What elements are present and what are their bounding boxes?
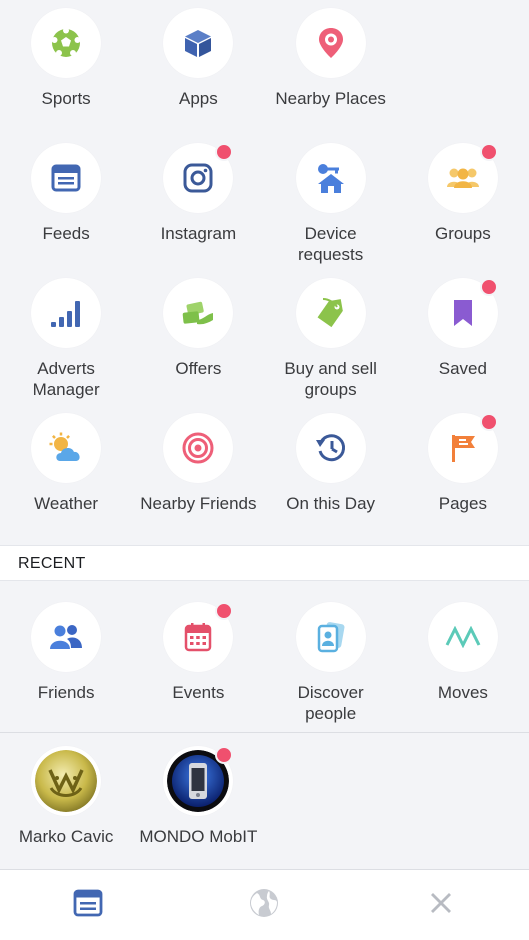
recent-grid: Friends Events Discover people Moves [0, 602, 529, 724]
recent-header-label: RECENT [18, 555, 86, 572]
shortcut-label: On this Day [286, 494, 376, 513]
globe-tab[interactable] [176, 870, 352, 940]
shortcut-label: Buy and sell groups [284, 359, 377, 399]
instagram-icon [163, 143, 234, 213]
notification-badge [215, 602, 234, 620]
news-feed-icon [73, 889, 103, 922]
target-icon [163, 413, 234, 483]
weather-icon [31, 413, 102, 483]
discover-people-icon [295, 602, 366, 672]
bookmark-icon [427, 278, 498, 348]
avatar [31, 746, 102, 816]
price-tag-icon [295, 278, 366, 348]
close-icon [430, 892, 452, 919]
location-pin-icon [295, 8, 366, 78]
history-clock-icon [295, 413, 366, 483]
avatar [163, 746, 234, 816]
shortcut-nearby-friends[interactable]: Nearby Friends [132, 413, 264, 548]
profile-label: Marko Cavic [18, 827, 114, 846]
shortcut-label: Instagram [160, 224, 237, 243]
section-divider [0, 732, 529, 733]
feeds-icon [31, 143, 102, 213]
shortcut-saved[interactable]: Saved [397, 278, 529, 413]
device-requests-icon [295, 143, 366, 213]
offers-icon [163, 278, 234, 348]
shortcuts-grid: Sports Apps Nearby Places Feeds Instagra… [0, 8, 529, 548]
recent-label: Events [172, 683, 225, 702]
recent-people-grid: Marko Cavic MONDO MobIT [0, 746, 529, 847]
adverts-chart-icon [31, 278, 102, 348]
close-tab[interactable] [353, 870, 529, 940]
bottom-navigation-bar [0, 869, 529, 940]
shortcut-label: Saved [438, 359, 487, 378]
shortcut-pages[interactable]: Pages [397, 413, 529, 548]
shortcut-feeds[interactable]: Feeds [0, 143, 132, 278]
notification-badge [479, 413, 498, 431]
profile-label: MONDO MobIT [139, 827, 258, 846]
notification-badge [479, 143, 498, 161]
shortcut-label: Groups [435, 224, 491, 243]
shortcut-label: Nearby Places [275, 89, 386, 108]
recent-label: Discover people [297, 683, 364, 723]
shortcut-label: Device requests [298, 224, 364, 264]
recent-moves[interactable]: Moves [397, 602, 529, 724]
shortcut-nearby-places[interactable]: Nearby Places [265, 8, 397, 143]
notification-badge [479, 278, 498, 296]
shortcut-label: Nearby Friends [140, 494, 257, 513]
shortcut-label: Offers [175, 359, 222, 378]
shortcut-groups[interactable]: Groups [397, 143, 529, 278]
shortcut-weather[interactable]: Weather [0, 413, 132, 548]
shortcut-label: Pages [438, 494, 487, 513]
sports-ball-icon [31, 8, 102, 78]
recent-events[interactable]: Events [132, 602, 264, 724]
globe-icon [249, 888, 279, 923]
flag-icon [427, 413, 498, 483]
recent-friends[interactable]: Friends [0, 602, 132, 724]
recent-page-mondo-mobit[interactable]: MONDO MobIT [132, 746, 264, 847]
recent-profile-marko-cavic[interactable]: Marko Cavic [0, 746, 132, 847]
calendar-icon [163, 602, 234, 672]
feed-tab[interactable] [0, 870, 176, 940]
recent-section-header: RECENT [0, 545, 529, 581]
apps-cube-icon [163, 8, 234, 78]
shortcut-apps[interactable]: Apps [132, 8, 264, 143]
profile-picture [35, 750, 98, 812]
friends-icon [31, 602, 102, 672]
recent-label: Friends [37, 683, 95, 702]
shortcut-label: Weather [34, 494, 99, 513]
shortcut-instagram[interactable]: Instagram [132, 143, 264, 278]
notification-badge [215, 143, 234, 161]
shortcut-adverts-manager[interactable]: Adverts Manager [0, 278, 132, 413]
shortcut-label: Apps [179, 89, 218, 108]
shortcut-on-this-day[interactable]: On this Day [265, 413, 397, 548]
shortcut-device-requests[interactable]: Device requests [265, 143, 397, 278]
shortcut-offers[interactable]: Offers [132, 278, 264, 413]
recent-label: Moves [437, 683, 488, 702]
recent-discover-people[interactable]: Discover people [265, 602, 397, 724]
moves-icon [427, 602, 498, 672]
shortcut-label: Feeds [42, 224, 90, 243]
notification-badge [215, 746, 234, 764]
shortcut-buy-and-sell-groups[interactable]: Buy and sell groups [265, 278, 397, 413]
groups-icon [427, 143, 498, 213]
shortcut-label: Sports [41, 89, 91, 108]
shortcut-sports[interactable]: Sports [0, 8, 132, 143]
shortcut-label: Adverts Manager [32, 359, 100, 399]
